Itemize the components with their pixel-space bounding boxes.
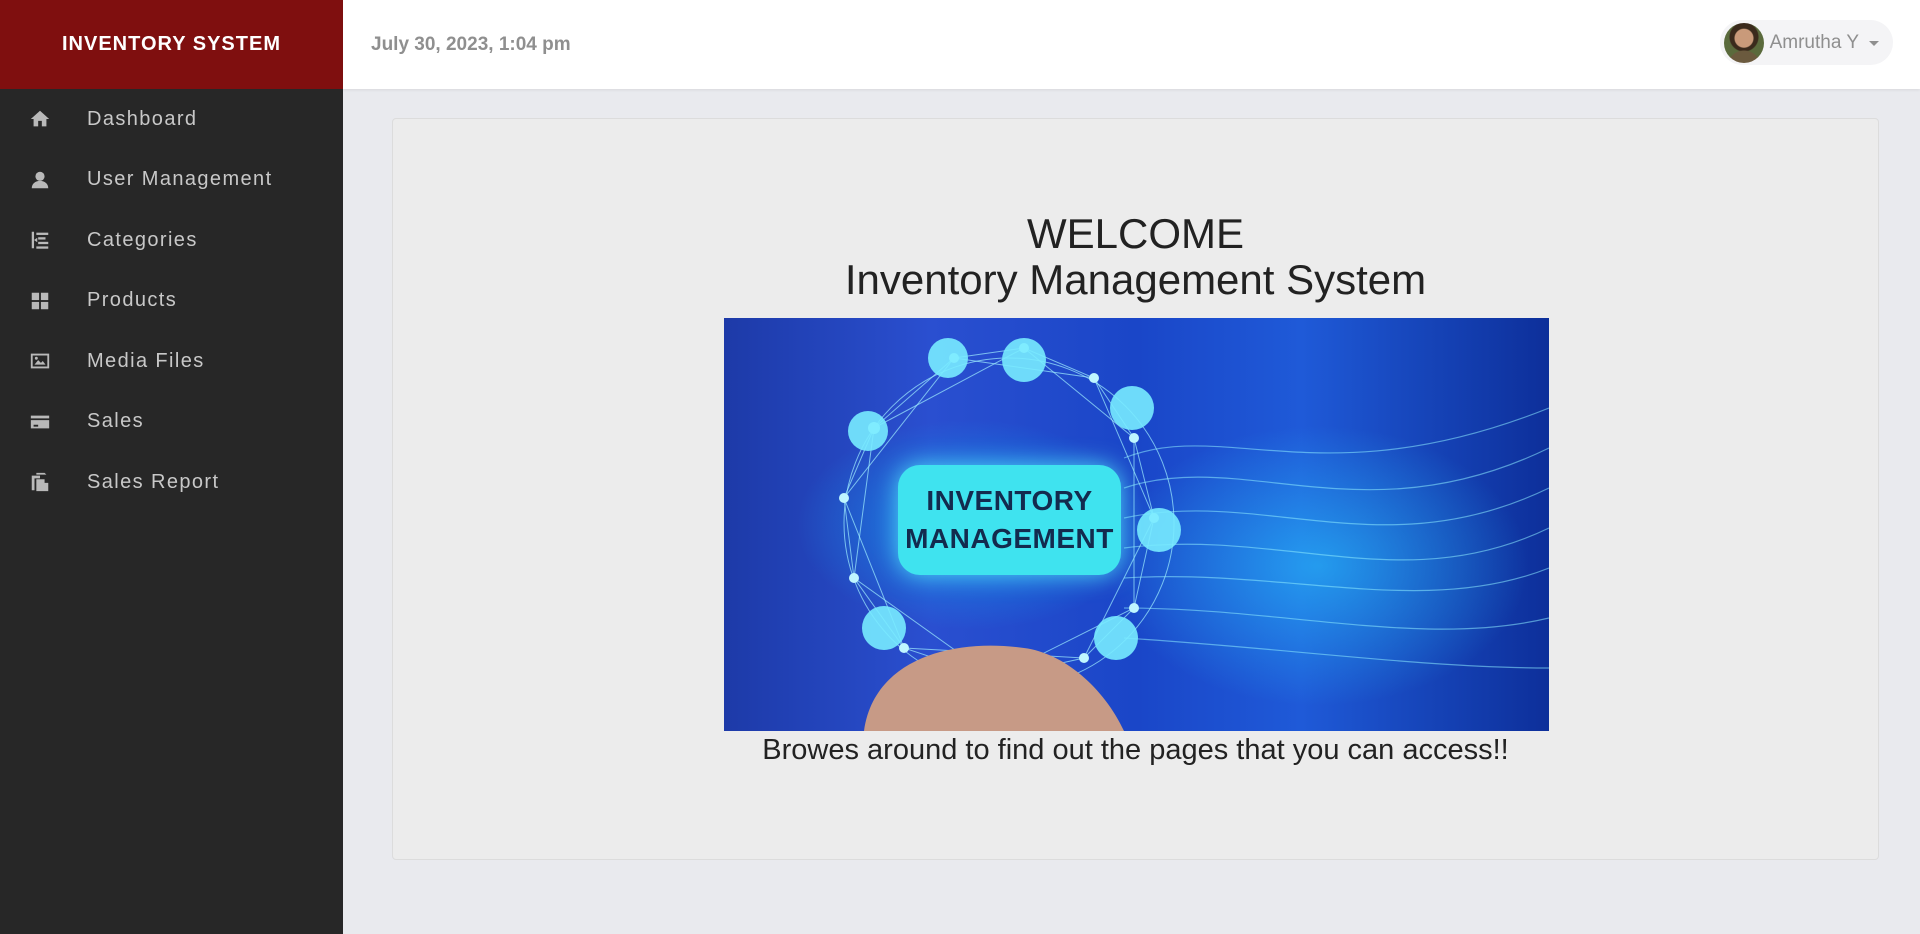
sidebar: Dashboard User Management Categories Pro… bbox=[0, 89, 343, 934]
sidebar-item-label: Products bbox=[87, 289, 178, 312]
sidebar-item-categories[interactable]: Categories bbox=[0, 210, 343, 271]
indent-icon bbox=[29, 229, 51, 251]
page-subtitle: Inventory Management System bbox=[844, 256, 1427, 303]
user-name: Amrutha Y bbox=[1769, 31, 1859, 53]
network-graphic bbox=[839, 338, 1549, 731]
sidebar-item-label: Media Files bbox=[87, 349, 205, 372]
avatar bbox=[1723, 22, 1764, 63]
banner-label-line1: INVENTORY bbox=[926, 485, 1093, 516]
sidebar-item-sales[interactable]: Sales bbox=[0, 392, 343, 453]
sidebar-item-label: Dashboard bbox=[87, 107, 198, 130]
banner-label-line2: MANAGEMENT bbox=[905, 523, 1114, 554]
user-menu-toggle[interactable]: Amrutha Y bbox=[1719, 20, 1893, 65]
sidebar-item-dashboard[interactable]: Dashboard bbox=[0, 89, 343, 150]
inventory-management-banner: INVENTORY MANAGEMENT bbox=[724, 318, 1549, 731]
credit-card-icon bbox=[29, 411, 51, 433]
sidebar-item-user-management[interactable]: User Management bbox=[0, 150, 343, 211]
welcome-heading: WELCOME bbox=[1026, 210, 1244, 257]
picture-icon bbox=[29, 350, 51, 372]
welcome-panel: WELCOME Inventory Management System INVE… bbox=[392, 118, 1879, 860]
sidebar-item-sales-report[interactable]: Sales Report bbox=[0, 452, 343, 513]
user-icon bbox=[29, 169, 51, 191]
home-icon bbox=[29, 108, 51, 130]
welcome-caption: Browes around to find out the pages that… bbox=[762, 734, 1509, 766]
duplicate-icon bbox=[29, 471, 51, 493]
sidebar-item-label: Sales bbox=[87, 410, 145, 433]
top-header: July 30, 2023, 1:04 pm Amrutha Y bbox=[343, 0, 1920, 89]
app-title: INVENTORY SYSTEM bbox=[61, 33, 281, 55]
sidebar-item-media-files[interactable]: Media Files bbox=[0, 331, 343, 392]
banner-label: INVENTORY MANAGEMENT bbox=[898, 465, 1121, 575]
sidebar-item-label: Sales Report bbox=[87, 470, 220, 493]
app-logo[interactable]: INVENTORY SYSTEM bbox=[0, 0, 343, 89]
caret-down-icon bbox=[1869, 41, 1879, 46]
sidebar-item-products[interactable]: Products bbox=[0, 271, 343, 332]
sidebar-item-label: User Management bbox=[87, 168, 273, 191]
grid-icon bbox=[29, 290, 51, 312]
sidebar-item-label: Categories bbox=[87, 228, 198, 251]
header-date: July 30, 2023, 1:04 pm bbox=[371, 33, 571, 55]
